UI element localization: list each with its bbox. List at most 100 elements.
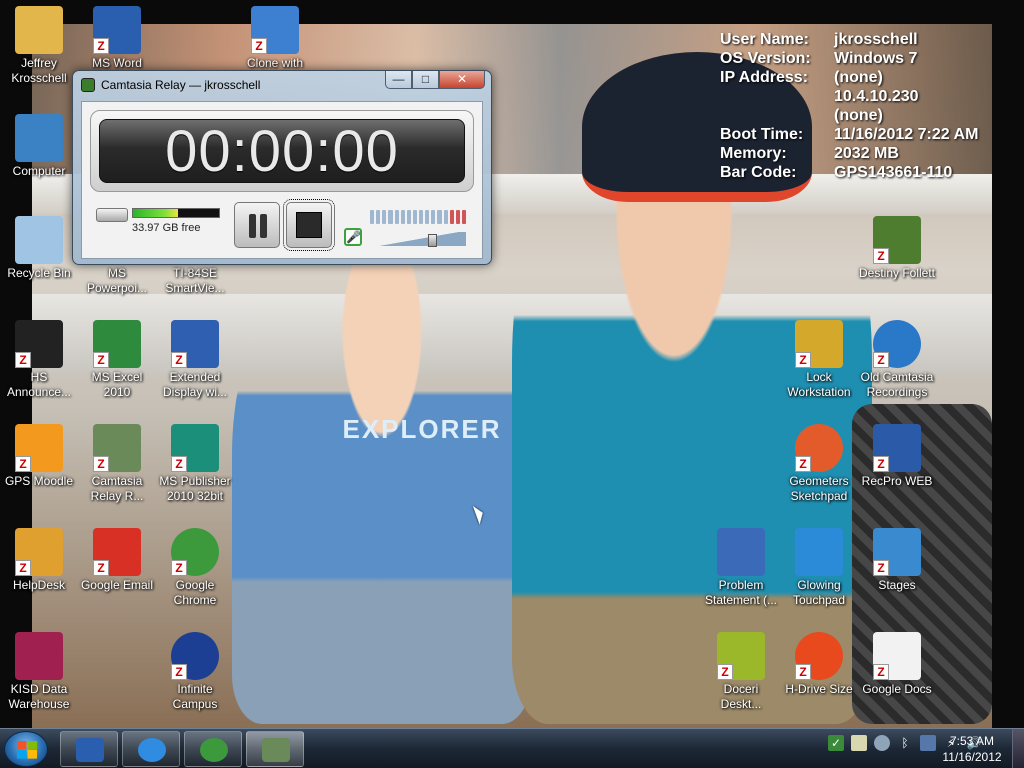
camtasia-relay-icon [262,738,290,762]
zenworks-badge-icon: Z [15,456,31,472]
pause-icon [260,214,267,238]
recorder-panel: 00:00:00 33.97 GB free 🎤 [81,101,483,259]
desktop-icon-label: Glowing Touchpad [792,578,846,607]
desktop-icon-label: GPS Moodle [4,474,74,488]
taskbar-button-word[interactable] [60,731,118,767]
audio-level-segment [406,210,411,224]
chrome-icon [200,738,228,762]
lock-icon: Z [795,320,843,368]
show-desktop-button[interactable] [1012,729,1024,768]
clock-time: 7:53 AM [949,734,995,748]
sysinfo-value: jkrosschell [834,31,918,48]
desktop-icon-google-email[interactable]: Z Google Email [78,528,156,593]
desktop-icon-clone-with[interactable]: Z Clone with [236,6,314,71]
pause-icon [249,214,256,238]
desktop-icon-label: MS Publisher 2010 32bit [159,474,231,503]
desktop-icon-label: RecPro WEB [861,474,933,488]
elapsed-time: 00:00:00 [99,119,465,184]
desktop-icon-stages[interactable]: Z Stages [858,528,936,593]
zenworks-badge-icon: Z [873,664,889,680]
desktop-icon-label: Google Docs [862,682,932,696]
volume-slider-track[interactable] [370,232,466,246]
recpro-icon: Z [873,424,921,472]
volume-slider-thumb[interactable] [428,234,437,247]
audio-level-segment [461,210,466,224]
sysinfo-key: OS Version: [720,50,811,67]
taskbar-button-camtasia-relay[interactable] [246,731,304,767]
desktop-icon-google-docs[interactable]: Z Google Docs [858,632,936,697]
desktop-icon-ms-excel[interactable]: Z MS Excel 2010 [78,320,156,400]
sysinfo-row: 10.4.10.230 [720,87,1004,106]
desktop-icon-computer[interactable]: Computer [0,114,78,179]
desktop-icon-recpro-web[interactable]: Z RecPro WEB [858,424,936,489]
desktop-icon-hs-announcements[interactable]: Z HS Announce... [0,320,78,400]
desktop-icon-glowing-touchpad[interactable]: Glowing Touchpad [780,528,858,608]
zenworks-badge-icon: Z [873,456,889,472]
audio-level-segment [425,210,430,224]
desktop-icon-gps-moodle[interactable]: Z GPS Moodle [0,424,78,489]
flag-icon[interactable] [851,735,867,751]
desktop-icon-label: KISD Data Warehouse [8,682,70,711]
desktop-icon-geometers-sketchpad[interactable]: Z Geometers Sketchpad [780,424,858,504]
publisher-icon: Z [171,424,219,472]
sysinfo-key: Memory: [720,145,787,162]
sysinfo-value: (none) [834,107,883,124]
desktop-icon-google-chrome[interactable]: Z Google Chrome [156,528,234,608]
desktop-icon-h-drive-size[interactable]: Z H-Drive Size [780,632,858,697]
desktop-icon-doceri-desktop[interactable]: Z Doceri Deskt... [702,632,780,712]
zenworks-badge-icon: Z [717,664,733,680]
audio-level-segment [382,210,387,224]
desktop-icon-kisd-data-warehouse[interactable]: KISD Data Warehouse [0,632,78,712]
word-icon [76,738,104,762]
desktop-icon-ms-word[interactable]: Z MS Word [78,6,156,71]
start-button[interactable] [4,731,48,767]
desktop-icon-label: MS Powerpoi... [86,266,148,295]
desktop-icon-label: Jeffrey Krosschell [11,56,67,85]
zenworks-badge-icon: Z [795,664,811,680]
zenworks-badge-icon: Z [873,352,889,368]
desktop-icon-label: H-Drive Size [785,682,853,696]
desktop-icon-label: MS Excel 2010 [91,370,143,399]
desktop-icon-destiny-follett[interactable]: Z Destiny Follett [858,216,936,281]
desktop-icon-label: Lock Workstation [787,370,851,399]
desktop-icon-camtasia-relay[interactable]: Z Camtasia Relay R... [78,424,156,504]
zenworks-badge-icon: Z [171,352,187,368]
sysinfo-row: Memory: 2032 MB [720,144,1004,163]
sysinfo-row: Bar Code: GPS143661-110 [720,163,1004,182]
desktop-icon-jeffrey-krosschell[interactable]: Jeffrey Krosschell [0,6,78,86]
doceri-icon: Z [717,632,765,680]
zenworks-badge-icon: Z [93,456,109,472]
minimize-button[interactable]: — [385,71,412,89]
taskbar-button-chrome[interactable] [184,731,242,767]
audio-level-segment [412,210,417,224]
desktop-icon-extended-display[interactable]: Z Extended Display wi... [156,320,234,400]
desktop-icon-label: Problem Statement (... [704,578,778,607]
desktop-icon-recycle-bin[interactable]: Recycle Bin [0,216,78,281]
system-clock[interactable]: 7:53 AM 11/16/2012 [932,733,1012,765]
desktop-icon-old-camtasia-recordings[interactable]: Z Old Camtasia Recordings [858,320,936,400]
desktop-icon-problem-statement[interactable]: Problem Statement (... [702,528,780,608]
security-icon[interactable]: ✓ [828,735,844,751]
desktop-icon-helpdesk[interactable]: Z HelpDesk [0,528,78,593]
computer-icon [15,114,63,162]
taskbar-button-internet-explorer[interactable] [122,731,180,767]
desktop-icon-ms-publisher[interactable]: Z MS Publisher 2010 32bit [156,424,234,504]
pause-button[interactable] [234,202,280,248]
camtasia-relay-window[interactable]: Camtasia Relay — jkrosschell — □ ✕ 00:00… [72,70,492,265]
sysinfo-key [720,87,834,106]
desktop-icon-infinite-campus[interactable]: Z Infinite Campus [156,632,234,712]
audio-level-segment [370,210,375,224]
recycle-bin-icon [15,216,63,264]
desktop-icon-label: Destiny Follett [858,266,936,280]
desktop-icon-lock-workstation[interactable]: Z Lock Workstation [780,320,858,400]
microphone-icon[interactable]: 🎤 [344,228,362,246]
sysinfo-value: 11/16/2012 7:22 AM [834,126,979,143]
close-button[interactable]: ✕ [439,71,485,89]
bluetooth-icon[interactable]: ᛒ [897,735,913,751]
desktop-icon-label: Stages [878,578,916,592]
network-status-icon[interactable] [874,735,890,751]
maximize-button[interactable]: □ [412,71,439,89]
desktop-icon-label: Computer [12,164,66,178]
tree-icon: Z [873,216,921,264]
stop-button[interactable] [283,199,335,251]
